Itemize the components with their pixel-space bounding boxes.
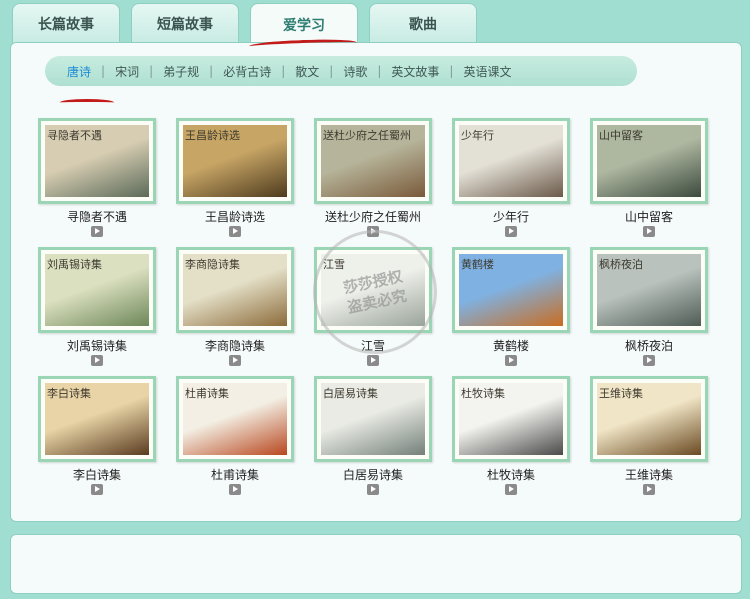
play-icon[interactable] [505, 484, 517, 495]
play-icon[interactable] [229, 355, 241, 366]
thumbnail-caption: 杜牧诗集 [461, 387, 505, 400]
thumbnail-caption: 枫桥夜泊 [599, 258, 643, 271]
poem-card[interactable]: 王昌龄诗选 王昌龄诗选 [176, 118, 296, 246]
thumbnail-caption: 王维诗集 [599, 387, 643, 400]
category-english-lessons[interactable]: 英语课文 [459, 63, 515, 80]
thumbnail-caption: 寻隐者不遇 [47, 129, 102, 142]
poem-title[interactable]: 枫桥夜泊 [590, 337, 708, 354]
poem-title[interactable]: 少年行 [452, 208, 570, 225]
thumbnail-caption: 山中留客 [599, 129, 643, 142]
tab-love-learning[interactable]: 爱学习 [250, 3, 358, 45]
thumbnail-caption: 王昌龄诗选 [185, 129, 240, 142]
play-icon[interactable] [367, 355, 379, 366]
nav-separator: | [149, 64, 154, 78]
poem-thumbnail[interactable]: 杜甫诗集 [176, 376, 294, 462]
poem-thumbnail[interactable]: 王昌龄诗选 [176, 118, 294, 204]
poem-thumbnail[interactable]: 王维诗集 [590, 376, 708, 462]
poem-card[interactable]: 黄鹤楼 黄鹤楼 [452, 247, 572, 375]
play-icon[interactable] [229, 226, 241, 237]
poem-thumbnail[interactable]: 杜牧诗集 [452, 376, 570, 462]
poem-thumbnail[interactable]: 山中留客 [590, 118, 708, 204]
category-sanwen[interactable]: 散文 [291, 63, 323, 80]
poem-title[interactable]: 寻隐者不遇 [38, 208, 156, 225]
thumbnail-caption: 送杜少府之任蜀州 [323, 129, 411, 142]
tab-long-stories[interactable]: 长篇故事 [12, 3, 120, 43]
poem-card[interactable]: 杜甫诗集 杜甫诗集 [176, 376, 296, 504]
poem-title[interactable]: 王维诗集 [590, 466, 708, 483]
play-icon[interactable] [91, 484, 103, 495]
nav-separator: | [377, 64, 382, 78]
poem-thumbnail[interactable]: 李商隐诗集 [176, 247, 294, 333]
category-shige[interactable]: 诗歌 [339, 63, 371, 80]
poem-title[interactable]: 李白诗集 [38, 466, 156, 483]
thumbnail-caption: 杜甫诗集 [185, 387, 229, 400]
poem-title[interactable]: 李商隐诗集 [176, 337, 294, 354]
poem-title[interactable]: 黄鹤楼 [452, 337, 570, 354]
nav-separator: | [281, 64, 286, 78]
poem-thumbnail[interactable]: 寻隐者不遇 [38, 118, 156, 204]
nav-separator: | [449, 64, 454, 78]
poem-title[interactable]: 山中留客 [590, 208, 708, 225]
poem-title[interactable]: 王昌龄诗选 [176, 208, 294, 225]
poem-thumbnail[interactable]: 黄鹤楼 [452, 247, 570, 333]
poem-card[interactable]: 枫桥夜泊 枫桥夜泊 [590, 247, 710, 375]
poem-card[interactable]: 白居易诗集 白居易诗集 [314, 376, 434, 504]
poem-card[interactable]: 杜牧诗集 杜牧诗集 [452, 376, 572, 504]
poem-card[interactable]: 寻隐者不遇 寻隐者不遇 [38, 118, 158, 246]
poem-thumbnail[interactable]: 枫桥夜泊 [590, 247, 708, 333]
poem-thumbnail[interactable]: 少年行 [452, 118, 570, 204]
play-icon[interactable] [643, 355, 655, 366]
poem-card[interactable]: 王维诗集 王维诗集 [590, 376, 710, 504]
nav-separator: | [329, 64, 334, 78]
category-nav: 唐诗 | 宋词 | 弟子规 | 必背古诗 | 散文 | 诗歌 | 英文故事 | 英语课文 [45, 56, 637, 86]
play-icon[interactable] [643, 226, 655, 237]
poem-thumbnail[interactable]: 刘禹锡诗集 [38, 247, 156, 333]
nav-separator: | [209, 64, 214, 78]
play-icon[interactable] [505, 355, 517, 366]
thumbnail-caption: 少年行 [461, 129, 494, 142]
category-songci[interactable]: 宋词 [111, 63, 143, 80]
tab-short-stories[interactable]: 短篇故事 [131, 3, 239, 43]
play-icon[interactable] [643, 484, 655, 495]
poem-title[interactable]: 送杜少府之任蜀州 [314, 208, 432, 225]
poem-card[interactable]: 李商隐诗集 李商隐诗集 [176, 247, 296, 375]
thumbnail-caption: 李白诗集 [47, 387, 91, 400]
poem-title[interactable]: 白居易诗集 [314, 466, 432, 483]
poem-title[interactable]: 杜甫诗集 [176, 466, 294, 483]
poem-card[interactable]: 李白诗集 李白诗集 [38, 376, 158, 504]
category-bibeigushi[interactable]: 必背古诗 [219, 63, 275, 80]
play-icon[interactable] [505, 226, 517, 237]
poem-card[interactable]: 少年行 少年行 [452, 118, 572, 246]
footer-panel [10, 534, 742, 594]
category-english-stories[interactable]: 英文故事 [387, 63, 443, 80]
nav-separator: | [101, 64, 106, 78]
play-icon[interactable] [91, 226, 103, 237]
poem-title[interactable]: 刘禹锡诗集 [38, 337, 156, 354]
poem-card[interactable]: 送杜少府之任蜀州 送杜少府之任蜀州 [314, 118, 434, 246]
play-icon[interactable] [367, 484, 379, 495]
category-tangshi[interactable]: 唐诗 [63, 63, 95, 80]
poem-thumbnail[interactable]: 白居易诗集 [314, 376, 432, 462]
poem-thumbnail[interactable]: 送杜少府之任蜀州 [314, 118, 432, 204]
thumbnail-caption: 黄鹤楼 [461, 258, 494, 271]
poem-card[interactable]: 山中留客 山中留客 [590, 118, 710, 246]
thumbnail-caption: 白居易诗集 [323, 387, 378, 400]
active-category-marker [60, 99, 114, 106]
poem-thumbnail[interactable]: 李白诗集 [38, 376, 156, 462]
poem-title[interactable]: 杜牧诗集 [452, 466, 570, 483]
thumbnail-caption: 刘禹锡诗集 [47, 258, 102, 271]
play-icon[interactable] [229, 484, 241, 495]
tab-songs[interactable]: 歌曲 [369, 3, 477, 43]
poem-card[interactable]: 刘禹锡诗集 刘禹锡诗集 [38, 247, 158, 375]
play-icon[interactable] [91, 355, 103, 366]
thumbnail-caption: 李商隐诗集 [185, 258, 240, 271]
category-dizigui[interactable]: 弟子规 [159, 63, 203, 80]
